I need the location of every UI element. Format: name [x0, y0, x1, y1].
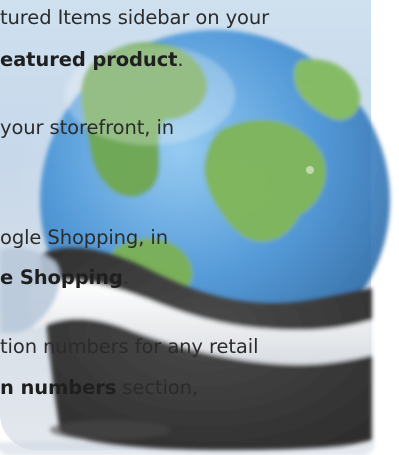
- paragraph-1-line-1: tured Items sidebar on your: [0, 5, 269, 31]
- paragraph-1-text: tured Items sidebar on your: [0, 6, 270, 29]
- paragraph-2-line-1: your storefront, in: [0, 115, 174, 141]
- paragraph-3-after-text: .: [122, 266, 129, 289]
- paragraph-1-after-text: .: [177, 48, 184, 71]
- paragraph-4-text: tion numbers for any retail: [0, 335, 259, 358]
- paragraph-3-text: ogle Shopping, in: [0, 226, 168, 249]
- article-text: tured Items sidebar on your eatured prod…: [0, 0, 399, 455]
- help-article-frame: tured Items sidebar on your eatured prod…: [0, 0, 399, 455]
- paragraph-3-bold-text: e Shopping: [0, 266, 123, 289]
- paragraph-3-line-1: ogle Shopping, in: [0, 225, 168, 251]
- paragraph-4-line-2: n numbers section,: [0, 375, 198, 401]
- paragraph-4-bold-text: n numbers: [0, 376, 117, 399]
- paragraph-1-line-2: eatured product.: [0, 47, 184, 73]
- paragraph-4-after-text: section,: [116, 376, 198, 399]
- paragraph-2-text: your storefront, in: [0, 116, 175, 139]
- paragraph-4-line-1: tion numbers for any retail: [0, 334, 258, 360]
- paragraph-3-line-2: e Shopping.: [0, 265, 129, 291]
- paragraph-1-bold-text: eatured product: [0, 48, 178, 71]
